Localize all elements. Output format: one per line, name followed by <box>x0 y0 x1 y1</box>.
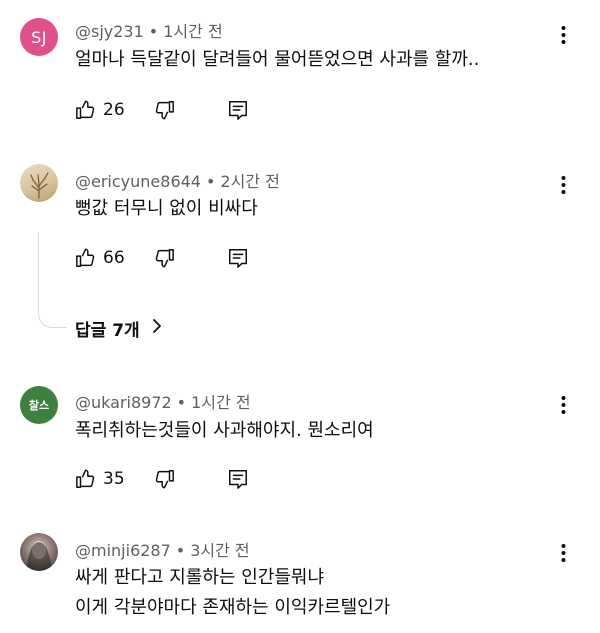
avatar[interactable]: 찰스 <box>20 386 58 424</box>
comment-time[interactable]: 3시간 전 <box>190 541 249 560</box>
reply-comment-icon[interactable] <box>227 99 249 121</box>
reply-comment-icon[interactable] <box>227 468 249 490</box>
reply-comment-icon[interactable] <box>227 247 249 269</box>
comment-line: 얼마나 득달같이 달려들어 물어뜯었으면 사과를 할까.. <box>75 49 480 70</box>
comment-meta: @minji6287 • 3시간 전 <box>75 537 250 561</box>
comment-time[interactable]: 1시간 전 <box>163 22 222 41</box>
chevron-right-icon <box>152 318 162 339</box>
comment-text: 폭리취하는것들이 사과해야지. 뭔소리여 <box>75 416 374 446</box>
avatar-initials: SJ <box>31 27 47 47</box>
avatar[interactable] <box>20 164 58 202</box>
comment-meta: @ukari8972 • 1시간 전 <box>75 389 251 413</box>
like-count: 66 <box>103 248 125 268</box>
comment-time[interactable]: 2시간 전 <box>220 172 279 191</box>
comment-actions: 35 <box>75 465 249 493</box>
like-count: 26 <box>103 100 125 120</box>
avatar[interactable]: SJ <box>20 18 58 56</box>
separator-dot: • <box>205 172 216 191</box>
more-vert-icon[interactable] <box>553 540 573 566</box>
comment-line: 폭리취하는것들이 사과해야지. 뭔소리여 <box>75 420 374 441</box>
thumbs-up-icon[interactable] <box>75 468 97 490</box>
thumbs-down-icon[interactable] <box>153 99 175 121</box>
comment-text: 싸게 판다고 지롤하는 인간들뭐냐 이게 각분야마다 존재하는 이익카르텔인가 <box>75 563 390 623</box>
comment-actions: 26 <box>75 96 249 124</box>
avatar-initials: 찰스 <box>28 399 50 412</box>
comment-text: 얼마나 득달같이 달려들어 물어뜯었으면 사과를 할까.. <box>75 45 479 75</box>
thread-connector-line <box>38 232 67 328</box>
comment-meta: @sjy231 • 1시간 전 <box>75 18 223 42</box>
more-vert-icon[interactable] <box>553 172 573 198</box>
thumbs-up-icon[interactable] <box>75 247 97 269</box>
avatar[interactable] <box>20 533 58 571</box>
replies-label: 답글 7개 <box>75 321 140 341</box>
comment-line: 싸게 판다고 지롤하는 인간들뭐냐 <box>75 567 325 588</box>
separator-dot: • <box>148 22 159 41</box>
more-vert-icon[interactable] <box>553 22 573 48</box>
view-replies-button[interactable]: 답글 7개 <box>75 316 162 341</box>
comment-author[interactable]: @sjy231 <box>75 22 144 41</box>
tree-avatar-icon <box>30 172 49 199</box>
comment-author[interactable]: @ericyune8644 <box>75 172 201 191</box>
comment-author[interactable]: @minji6287 <box>75 541 171 560</box>
thumbs-up-icon[interactable] <box>75 99 97 121</box>
thumbs-down-icon[interactable] <box>153 247 175 269</box>
comment-author[interactable]: @ukari8972 <box>75 393 172 412</box>
comment-line: 뻥값 터무니 없이 비싸다 <box>75 198 258 219</box>
separator-dot: • <box>175 541 186 560</box>
comment-meta: @ericyune8644 • 2시간 전 <box>75 168 280 192</box>
like-count: 35 <box>103 469 125 489</box>
person-avatar-icon <box>26 541 52 571</box>
comment-text: 뻥값 터무니 없이 비싸다 <box>75 194 258 224</box>
separator-dot: • <box>176 393 187 412</box>
comment-actions: 66 <box>75 244 249 272</box>
more-vert-icon[interactable] <box>553 392 573 418</box>
comment-time[interactable]: 1시간 전 <box>191 393 250 412</box>
thumbs-down-icon[interactable] <box>153 468 175 490</box>
comment-line: 이게 각분야마다 존재하는 이익카르텔인가 <box>75 597 391 618</box>
